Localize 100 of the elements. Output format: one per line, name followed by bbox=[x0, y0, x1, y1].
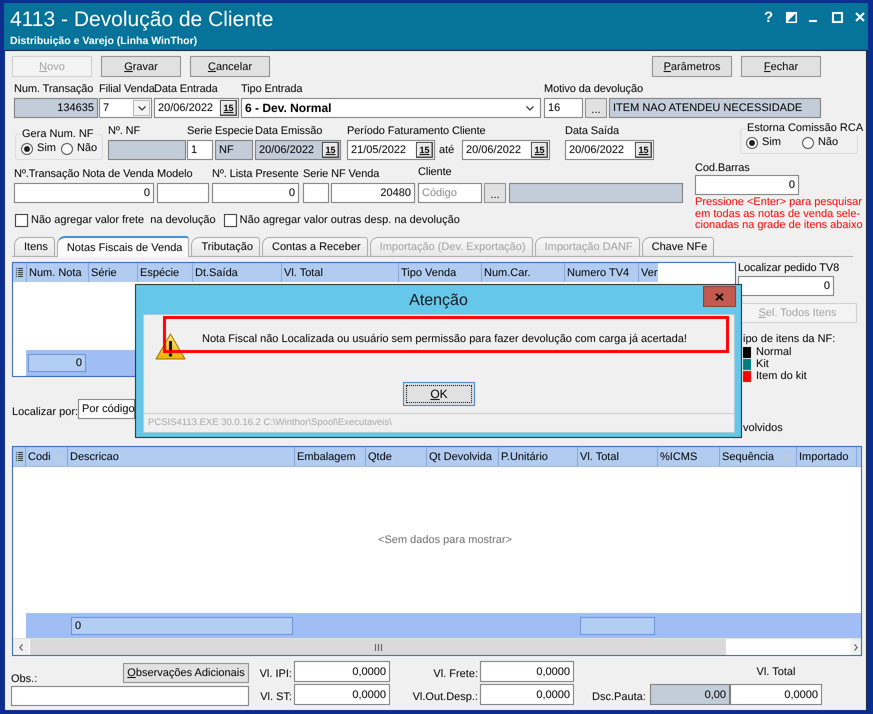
legend-title: ipo de itens da NF: bbox=[743, 333, 836, 346]
tab[interactable]: Notas Fiscais de Venda bbox=[56, 236, 190, 257]
maximize-icon[interactable] bbox=[832, 12, 843, 23]
date-field[interactable]: 20/06/2022 15 bbox=[462, 140, 550, 160]
radio-button[interactable] bbox=[802, 136, 814, 148]
tab[interactable]: Tributação bbox=[191, 237, 260, 256]
toolbar-button[interactable]: Fechar bbox=[741, 56, 821, 77]
toolbar-button[interactable]: Cancelar bbox=[190, 56, 270, 77]
group-title: Gera Num. NF bbox=[21, 128, 95, 141]
calendar-button[interactable]: 15 bbox=[635, 142, 652, 158]
text-field[interactable]: NF bbox=[215, 140, 253, 160]
scroll-right-button[interactable] bbox=[851, 639, 861, 655]
text-field[interactable] bbox=[108, 140, 186, 160]
text-field[interactable]: 0,0000 bbox=[294, 684, 390, 705]
column-list-icon[interactable] bbox=[16, 268, 23, 278]
tab[interactable]: Chave NFe bbox=[642, 237, 714, 256]
date-field[interactable]: 20/06/2022 15 bbox=[154, 98, 239, 118]
help-button[interactable]: ? bbox=[764, 10, 773, 25]
column-header[interactable]: Descricao bbox=[67, 447, 294, 466]
dropdown-field[interactable]: Por código bbox=[78, 399, 135, 419]
text-field[interactable]: 20480 bbox=[331, 183, 415, 203]
column-header[interactable]: Sequência bbox=[719, 447, 796, 466]
field-label: Data Emissão bbox=[255, 125, 324, 138]
field-label: Serie NF Venda bbox=[303, 168, 380, 181]
column-header[interactable]: Codi bbox=[25, 447, 67, 466]
date-field[interactable]: 20/06/2022 15 bbox=[565, 140, 654, 160]
radio-label: Sim bbox=[37, 142, 56, 155]
column-header[interactable]: %ICMS bbox=[657, 447, 719, 466]
text-field[interactable]: 134635 bbox=[14, 98, 98, 118]
close-icon[interactable] bbox=[855, 12, 865, 22]
text-field[interactable]: 0,00 bbox=[650, 684, 730, 705]
field-label: Nº. NF bbox=[108, 125, 142, 138]
column-header[interactable]: Espécie bbox=[137, 263, 192, 282]
column-header[interactable]: Importado bbox=[796, 447, 856, 466]
column-header[interactable]: P.Unitário bbox=[498, 447, 577, 466]
radio-button[interactable] bbox=[21, 142, 33, 154]
window-title: 4113 - Devolução de Cliente bbox=[10, 8, 274, 32]
text-field[interactable]: 0,0000 bbox=[480, 684, 574, 705]
text-field[interactable]: ITEM NAO ATENDEU NECESSIDADE bbox=[609, 98, 821, 118]
close-button[interactable] bbox=[703, 286, 736, 307]
checkbox[interactable] bbox=[224, 214, 237, 226]
sort-icon bbox=[783, 453, 791, 460]
tab[interactable]: Contas a Receber bbox=[262, 237, 368, 256]
column-header[interactable]: Vl. Total bbox=[577, 447, 657, 466]
calendar-button[interactable]: 15 bbox=[531, 142, 548, 158]
lookup-button[interactable]: ... bbox=[484, 183, 506, 203]
date-field[interactable]: 20/06/2022 15 bbox=[255, 140, 341, 160]
column-header[interactable]: Num.Car. bbox=[481, 263, 564, 282]
notes-button[interactable]: Observações Adicionais bbox=[123, 663, 249, 683]
window-subtitle: Distribuição e Varejo (Linha WinThor) bbox=[10, 35, 198, 48]
text-field[interactable]: 0,0000 bbox=[730, 684, 822, 705]
text-field[interactable]: 0,0000 bbox=[480, 661, 574, 682]
tab[interactable]: Itens bbox=[14, 237, 55, 256]
contrast-icon[interactable] bbox=[786, 12, 797, 23]
dropdown-field[interactable]: 7 bbox=[99, 98, 152, 118]
column-header[interactable]: Ver bbox=[638, 263, 658, 282]
toolbar-button[interactable]: Parâmetros bbox=[652, 56, 732, 77]
text-field[interactable]: 16 bbox=[544, 98, 583, 118]
text-field[interactable]: 0 bbox=[738, 276, 834, 296]
grip-icon bbox=[374, 644, 382, 650]
dialog-footer-text: PCSIS4113.EXE 30.0.16.2 C:\Winthor\Spool\Executaveis\ bbox=[144, 413, 734, 429]
text-field[interactable]: 0 bbox=[212, 183, 299, 203]
chevron-icon bbox=[526, 106, 534, 110]
checkbox[interactable] bbox=[15, 214, 28, 226]
date-field[interactable]: 21/05/2022 15 bbox=[347, 140, 435, 160]
scroll-left-button[interactable] bbox=[13, 639, 29, 655]
text-field[interactable]: 1 bbox=[187, 140, 213, 160]
lookup-button[interactable]: ... bbox=[585, 98, 607, 118]
radio-button[interactable] bbox=[746, 136, 758, 148]
column-header[interactable]: Tipo Venda bbox=[398, 263, 481, 282]
text-field[interactable]: 0 bbox=[14, 183, 154, 203]
text-field[interactable]: 0 bbox=[695, 175, 799, 195]
dropdown-field[interactable]: 6 - Dev. Normal bbox=[241, 98, 541, 118]
column-header[interactable]: Num. Nota bbox=[26, 263, 88, 282]
scroll-thumb[interactable] bbox=[30, 639, 726, 655]
column-header[interactable]: Qtde bbox=[365, 447, 426, 466]
field-label: Data Saída bbox=[565, 125, 620, 138]
radio-button[interactable] bbox=[60, 142, 73, 154]
column-header[interactable]: Numero TV4 bbox=[564, 263, 638, 282]
calendar-button[interactable]: 15 bbox=[322, 142, 339, 158]
text-field[interactable]: 0,0000 bbox=[294, 661, 390, 682]
column-header[interactable]: Série bbox=[88, 263, 137, 282]
toolbar-button[interactable]: Gravar bbox=[101, 56, 181, 77]
text-field[interactable] bbox=[11, 686, 249, 706]
text-field[interactable] bbox=[303, 183, 329, 203]
chevron-left-icon bbox=[19, 644, 23, 650]
column-header[interactable]: Vl. Total bbox=[281, 263, 398, 282]
column-header[interactable]: Embalagem bbox=[294, 447, 365, 466]
column-list-icon[interactable] bbox=[16, 452, 22, 462]
calendar-button[interactable]: 15 bbox=[416, 142, 433, 158]
text-field[interactable] bbox=[157, 183, 209, 203]
close-icon bbox=[715, 292, 724, 300]
ok-button[interactable]: OK bbox=[403, 382, 475, 406]
field-label: Obs.: bbox=[11, 673, 38, 686]
text-field[interactable] bbox=[509, 183, 683, 203]
calendar-button[interactable]: 15 bbox=[220, 100, 237, 116]
dropdown-button[interactable] bbox=[133, 100, 150, 116]
field-label: Modelo bbox=[157, 168, 194, 181]
column-header[interactable]: Dt.Saída bbox=[192, 263, 281, 282]
column-header[interactable]: Qt Devolvida bbox=[426, 447, 498, 466]
